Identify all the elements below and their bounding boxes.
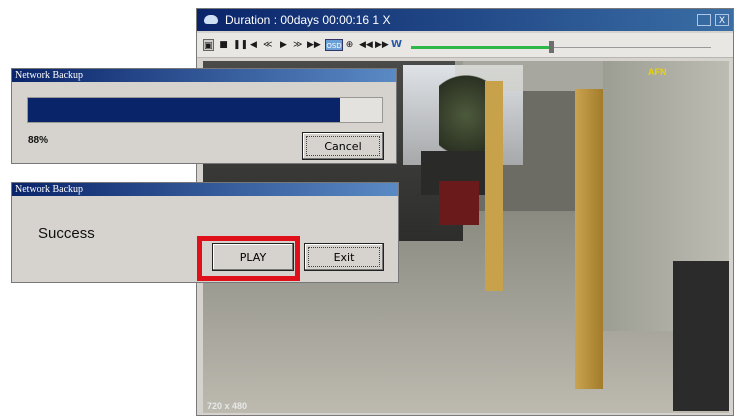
player-title: Duration : 00days 00:00:16 1 X: [225, 13, 391, 27]
player-title-bar[interactable]: Duration : 00days 00:00:16 1 X X: [197, 9, 733, 31]
playback-toolbar: ▣ ■ ❚❚ ◀ ≪ ▶ ≫ ▶▶ OSD ⊕ ◀◀ ▶▶ W: [197, 33, 733, 58]
w-icon[interactable]: W: [391, 39, 402, 51]
video-chair: [439, 181, 479, 225]
progress-percent: 88%: [28, 135, 49, 146]
video-pillar: [485, 81, 503, 291]
close-button[interactable]: X: [715, 14, 729, 26]
prev-frame-icon[interactable]: ◀: [249, 39, 258, 51]
speed-slider-thumb[interactable]: [549, 41, 554, 53]
dialog-title[interactable]: Network Backup: [12, 183, 398, 196]
fast-forward-icon[interactable]: ≫: [293, 39, 302, 51]
camera-mark: AFN: [648, 67, 667, 77]
zoom-icon[interactable]: ⊕: [345, 39, 354, 51]
cloud-icon: [204, 15, 218, 24]
resolution-label: 720 x 480: [207, 401, 248, 411]
step-back-icon[interactable]: ◀◀: [359, 39, 373, 51]
focus-ring: [306, 136, 380, 156]
progress-fill: [28, 98, 340, 122]
step-forward-icon[interactable]: ▶▶: [375, 39, 389, 51]
osd-icon[interactable]: OSD: [325, 39, 343, 51]
next-frame-icon[interactable]: ▶▶: [307, 39, 321, 51]
snapshot-icon[interactable]: ▣: [203, 39, 214, 51]
video-counter: [673, 261, 729, 411]
dialog-title[interactable]: Network Backup: [12, 69, 396, 82]
minimize-button[interactable]: [697, 14, 711, 26]
play-highlight-box: [197, 236, 300, 281]
backup-progress-bar: [27, 97, 383, 123]
play-icon[interactable]: ▶: [279, 39, 288, 51]
speed-slider-filled[interactable]: [411, 46, 552, 49]
rewind-icon[interactable]: ≪: [263, 39, 272, 51]
exit-button[interactable]: Exit: [304, 243, 384, 271]
success-message: Success: [38, 225, 95, 242]
stop-icon[interactable]: ■: [219, 39, 228, 51]
video-pillar: [575, 89, 603, 389]
focus-ring: [308, 247, 380, 267]
pause-icon[interactable]: ❚❚: [233, 39, 248, 51]
backup-progress-dialog: Network Backup 88% Cancel: [11, 68, 397, 164]
cancel-button[interactable]: Cancel: [302, 132, 384, 160]
speed-slider-track[interactable]: [552, 47, 711, 48]
